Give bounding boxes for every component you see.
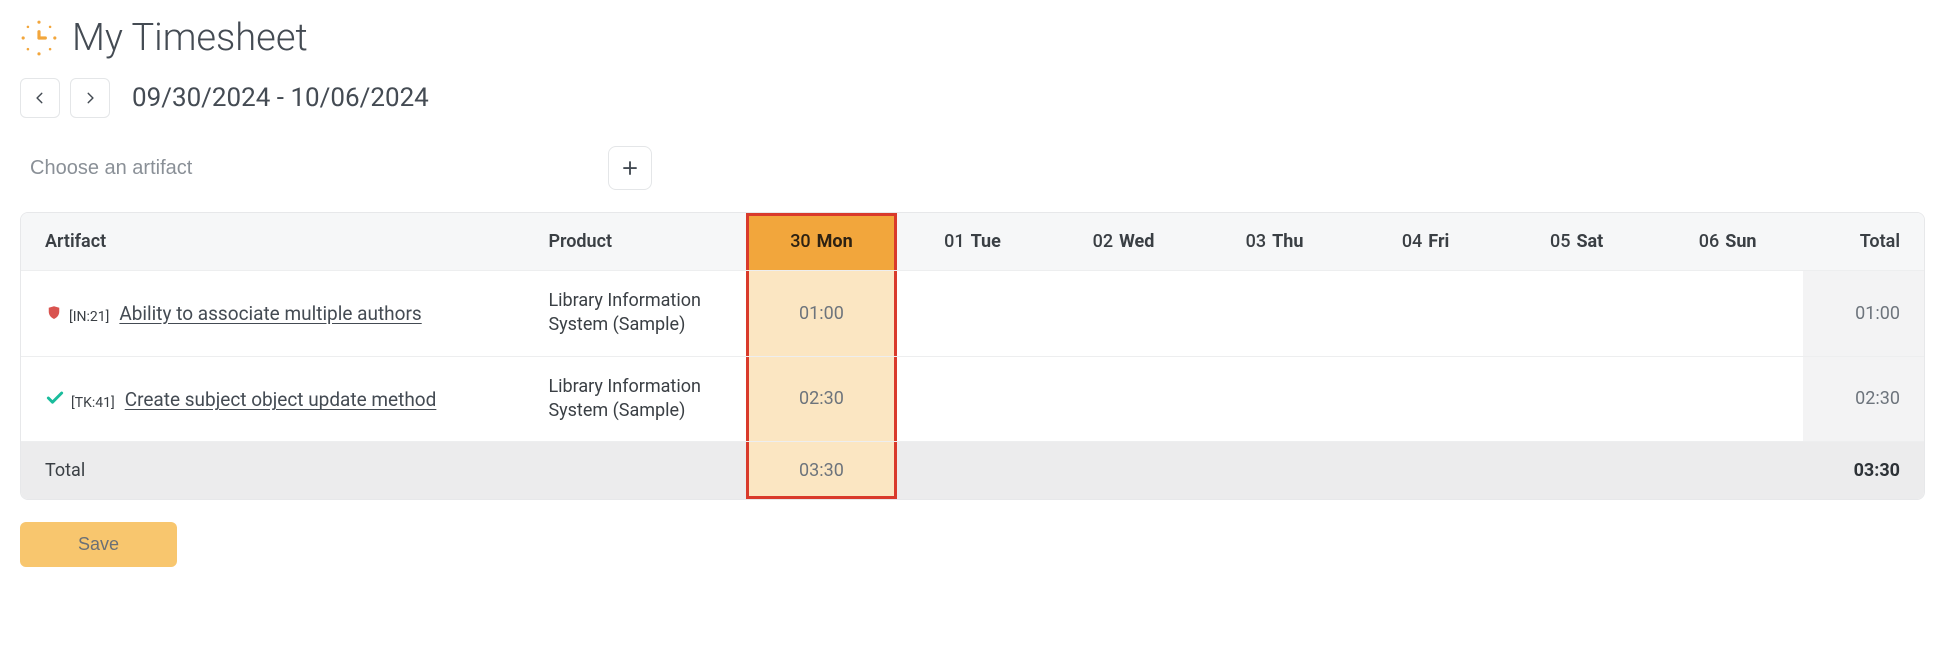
col-day-mon[interactable]: 30Mon [746,213,897,271]
col-day-sat[interactable]: 05Sat [1501,213,1652,271]
artifact-id: [IN:21] [69,309,109,325]
day-total [897,442,1048,500]
product-name: Library Information System (Sample) [548,375,734,424]
col-day-fri[interactable]: 04Fri [1350,213,1501,271]
time-cell[interactable] [1652,356,1803,442]
time-cell[interactable] [897,271,1048,357]
prev-week-button[interactable] [20,78,60,118]
time-cell[interactable]: 02:30 [746,356,897,442]
timesheet-table: Artifact Product 30Mon 01Tue 02Wed 03Thu… [20,212,1925,500]
day-total: 03:30 [746,442,897,500]
col-day-thu[interactable]: 03Thu [1199,213,1350,271]
artifact-search-input[interactable] [20,146,600,190]
table-row: [TK:41] Create subject object update meth… [21,356,1924,442]
time-cell[interactable] [1652,271,1803,357]
day-total [1652,442,1803,500]
day-total [1350,442,1501,500]
product-name: Library Information System (Sample) [548,289,734,338]
clock-icon [20,19,58,57]
table-row: [IN:21] Ability to associate multiple aut… [21,271,1924,357]
col-day-tue[interactable]: 01Tue [897,213,1048,271]
row-total: 01:00 [1803,271,1924,357]
time-cell[interactable] [1199,356,1350,442]
col-day-sun[interactable]: 06Sun [1652,213,1803,271]
next-week-button[interactable] [70,78,110,118]
col-total: Total [1803,213,1924,271]
time-cell[interactable] [1501,271,1652,357]
time-cell[interactable] [1199,271,1350,357]
day-total [1501,442,1652,500]
time-cell[interactable] [1350,356,1501,442]
col-day-wed[interactable]: 02Wed [1048,213,1199,271]
time-cell[interactable] [1350,271,1501,357]
page-title: My Timesheet [72,16,308,60]
artifact-link[interactable]: Ability to associate multiple authors [119,302,421,325]
time-cell[interactable]: 01:00 [746,271,897,357]
artifact-id: [TK:41] [71,395,115,411]
check-icon [45,388,65,413]
total-row: Total03:3003:30 [21,442,1924,500]
time-cell[interactable] [897,356,1048,442]
time-cell[interactable] [1048,356,1199,442]
date-range: 09/30/2024 - 10/06/2024 [132,83,429,113]
add-artifact-button[interactable] [608,146,652,190]
shield-icon [45,304,63,327]
day-total [1048,442,1199,500]
artifact-link[interactable]: Create subject object update method [125,388,437,411]
grand-total: 03:30 [1803,442,1924,500]
day-total [1199,442,1350,500]
col-artifact: Artifact [21,213,524,271]
save-button[interactable]: Save [20,522,177,567]
total-label: Total [21,442,746,500]
time-cell[interactable] [1501,356,1652,442]
time-cell[interactable] [1048,271,1199,357]
col-product: Product [524,213,746,271]
row-total: 02:30 [1803,356,1924,442]
